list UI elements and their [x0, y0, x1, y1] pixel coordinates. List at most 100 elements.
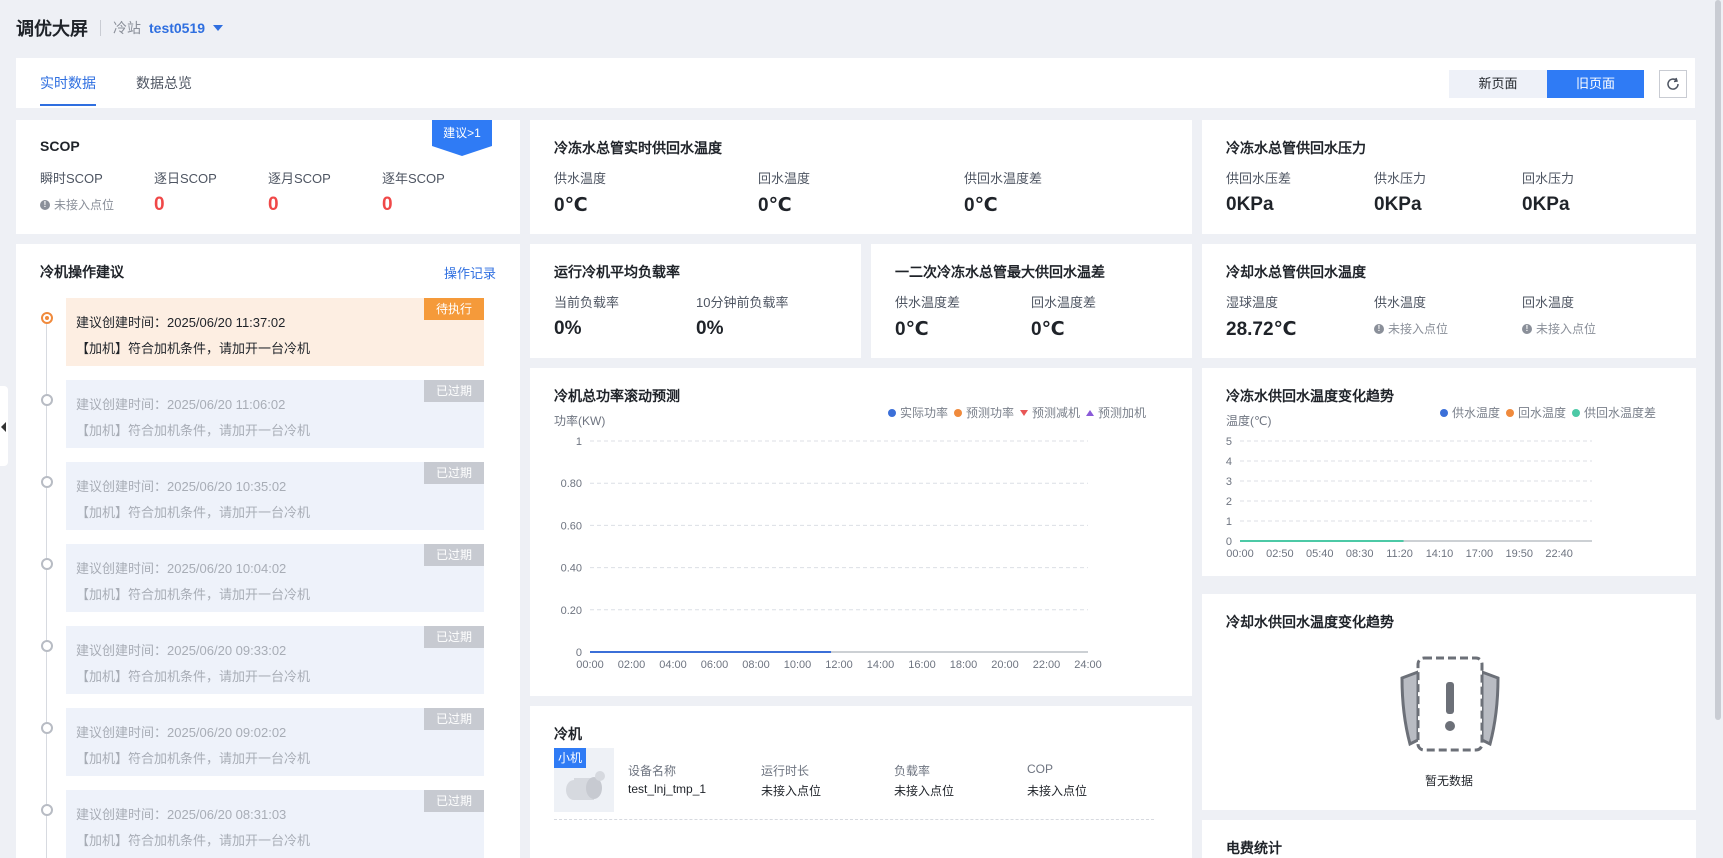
x-tick-label: 02:00	[618, 659, 646, 671]
status-text: 未接入点位	[1388, 322, 1449, 336]
status-text: 未接入点位	[1536, 322, 1597, 336]
electricity-card: 电费统计	[1202, 820, 1696, 858]
x-tick-label: 04:00	[659, 659, 687, 671]
chw-trend-plot: 0 1 2 3 4 5 00:00 02:50 05:40 08:30 11:20 14:10 17:0…	[1226, 436, 1592, 560]
chiller-thumbnail[interactable]: 小机	[554, 748, 614, 812]
suggestion-item[interactable]: 建议创建时间：2025/06/20 10:35:02 【加机】符合加机条件，请加…	[66, 462, 484, 530]
load-value: 未接入点位	[894, 784, 955, 798]
page-title: 调优大屏	[16, 19, 88, 39]
y-tick-label: 3	[1226, 476, 1232, 488]
suggestion-time: 建议创建时间：2025/06/20 11:37:02	[76, 315, 286, 330]
suggestion-time: 建议创建时间：2025/06/20 09:02:02	[76, 725, 287, 740]
cooling-trend-card: 冷却水供回水温度变化趋势 暂无数据	[1202, 594, 1696, 810]
chevron-down-icon[interactable]	[213, 25, 224, 31]
collapse-handle[interactable]	[0, 386, 8, 466]
suggestions-title: 冷机操作建议	[40, 264, 124, 280]
station-select[interactable]: test0519	[149, 20, 205, 36]
status-badge: 已过期	[424, 790, 484, 812]
timeline-dot	[41, 394, 53, 406]
x-tick-label: 08:30	[1346, 548, 1374, 560]
timeline-dot	[41, 312, 53, 324]
x-tick-label: 14:10	[1426, 548, 1454, 560]
power-chart-plot: 0 0.20 0.40 0.60 0.80 1 00:00 02:00 04:00 06:00 08…	[561, 436, 1102, 671]
chw-diff-value: 0℃	[964, 195, 998, 216]
return-diff-label: 回水温度差	[1031, 295, 1097, 310]
operation-record-link[interactable]: 操作记录	[444, 263, 496, 282]
info-icon: !	[40, 199, 50, 210]
x-tick-label: 00:00	[1226, 548, 1254, 560]
empty-state-text: 暂无数据	[1424, 774, 1473, 788]
secondary-temp-diff-title: 一二次冷冻水总管最大供回水温差	[895, 264, 1105, 280]
cooling-water-temp-title: 冷却水总管供回水温度	[1226, 264, 1366, 280]
scop-monthly-value: 0	[268, 194, 279, 215]
suggestion-item[interactable]: 建议创建时间：2025/06/20 11:37:02 【加机】符合加机条件，请加…	[66, 298, 484, 366]
x-tick-label: 19:50	[1505, 548, 1533, 560]
y-tick-label: 1	[576, 436, 582, 448]
supply-diff-label: 供水温度差	[895, 295, 961, 310]
suggestion-item[interactable]: 建议创建时间：2025/06/20 11:06:02 【加机】符合加机条件，请加…	[66, 380, 484, 448]
chiller-card: 冷机 小机 设备名称 运行时长 负载率 COP test_lnj_tmp_1 未…	[530, 706, 1192, 858]
pressure-diff-value: 0KPa	[1226, 194, 1274, 215]
chw-pressure-title: 冷冻水总管供回水压力	[1226, 140, 1366, 156]
refresh-icon	[1667, 77, 1679, 90]
status-badge: 已过期	[424, 380, 484, 402]
scop-daily-value: 0	[154, 194, 165, 215]
refresh-button[interactable]	[1659, 70, 1687, 98]
suggestion-item[interactable]: 建议创建时间：2025/06/20 08:31:03 【加机】符合加机条件，请加…	[66, 790, 484, 858]
suggestion-text: 【加机】符合加机条件，请加开一台冷机	[76, 505, 311, 520]
x-tick-label: 18:00	[950, 659, 978, 671]
y-tick-label: 0.80	[561, 478, 582, 490]
suggestion-time: 建议创建时间：2025/06/20 09:33:02	[76, 643, 287, 658]
tab-overview[interactable]: 数据总览	[136, 58, 192, 108]
y-tick-label: 0	[576, 647, 582, 659]
x-tick-label: 05:40	[1306, 548, 1334, 560]
scop-instant-label: 瞬时SCOP	[40, 171, 103, 186]
cooling-trend-title: 冷却水供回水温度变化趋势	[1226, 614, 1394, 630]
suggestion-text: 【加机】符合加机条件，请加开一台冷机	[76, 587, 311, 602]
suggestion-text: 【加机】符合加机条件，请加开一台冷机	[76, 669, 311, 684]
chw-return-value: 0℃	[758, 195, 792, 216]
load-rate-title: 运行冷机平均负载率	[554, 264, 680, 280]
suggestion-text: 【加机】符合加机条件，请加开一台冷机	[76, 751, 311, 766]
suggestion-item[interactable]: 建议创建时间：2025/06/20 10:04:02 【加机】符合加机条件，请加…	[66, 544, 484, 612]
prev-load-value: 0%	[696, 318, 724, 339]
current-load-label: 当前负载率	[554, 295, 620, 310]
x-tick-label: 20:00	[991, 659, 1019, 671]
device-name-value: test_lnj_tmp_1	[628, 782, 707, 796]
runtime-label: 运行时长	[761, 764, 810, 778]
timeline-dot	[41, 558, 53, 570]
suggestion-item[interactable]: 建议创建时间：2025/06/20 09:33:02 【加机】符合加机条件，请加…	[66, 626, 484, 694]
suggestion-time: 建议创建时间：2025/06/20 10:35:02	[76, 479, 287, 494]
timeline-dot	[41, 722, 53, 734]
suggestion-text: 【加机】符合加机条件，请加开一台冷机	[76, 341, 311, 356]
chw-temp-title: 冷冻水总管实时供回水温度	[554, 140, 722, 156]
prev-load-label: 10分钟前负载率	[696, 295, 789, 310]
suggestion-text: 【加机】符合加机条件，请加开一台冷机	[76, 423, 311, 438]
x-tick-label: 22:40	[1545, 548, 1573, 560]
old-page-button[interactable]: 旧页面	[1547, 70, 1644, 98]
scrollbar[interactable]	[1715, 0, 1721, 720]
new-page-button[interactable]: 新页面	[1449, 70, 1547, 98]
y-tick-label: 0	[1226, 536, 1232, 548]
cop-value: 未接入点位	[1027, 784, 1088, 798]
y-tick-label: 2	[1226, 496, 1232, 508]
y-tick-label: 0.40	[561, 563, 582, 575]
y-tick-label: 0.20	[561, 605, 582, 617]
suggestion-item[interactable]: 建议创建时间：2025/06/20 09:02:02 【加机】符合加机条件，请加…	[66, 708, 484, 776]
power-forecast-card: 冷机总功率滚动预测 功率(KW) 实际功率 预测功率 预测减机 预测加机 0 0.…	[530, 368, 1192, 696]
suggest-badge[interactable]: 建议>1	[432, 124, 492, 141]
scop-yearly-value: 0	[382, 194, 393, 215]
y-tick-label: 5	[1226, 436, 1232, 448]
supply-pressure-value: 0KPa	[1374, 194, 1422, 215]
cw-supply-label: 供水温度	[1374, 295, 1427, 310]
no-data-icon	[1400, 656, 1500, 752]
chw-supply-label: 供水温度	[554, 171, 607, 186]
x-tick-label: 06:00	[701, 659, 729, 671]
cooling-water-temp-card: 冷却水总管供回水温度 湿球温度 供水温度 回水温度 28.72℃ ! 未接入点位 …	[1202, 244, 1696, 358]
tab-realtime[interactable]: 实时数据	[40, 58, 96, 108]
status-badge: 已过期	[424, 708, 484, 730]
x-tick-label: 24:00	[1074, 659, 1102, 671]
chw-return-label: 回水温度	[758, 171, 811, 186]
cop-label: COP	[1027, 762, 1054, 776]
runtime-value: 未接入点位	[761, 784, 822, 798]
